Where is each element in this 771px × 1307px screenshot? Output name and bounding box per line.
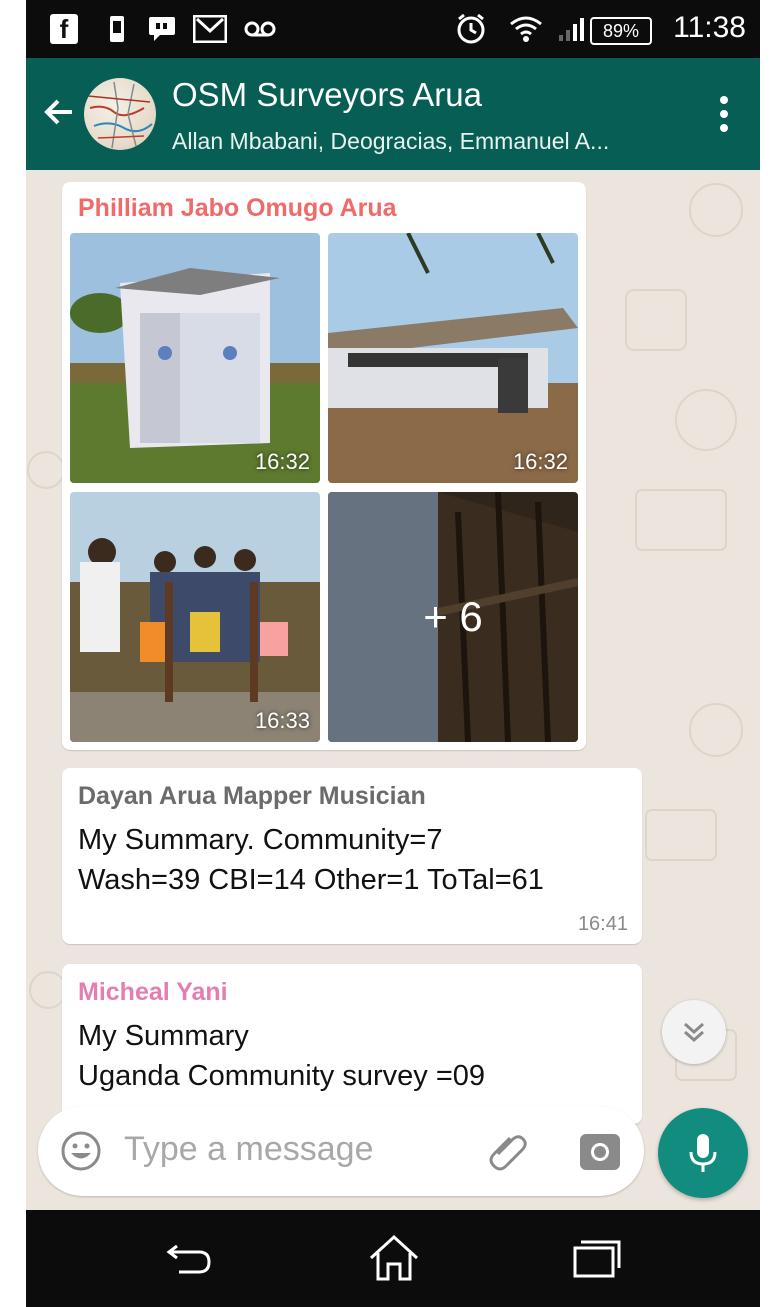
chat-title[interactable]: OSM Surveyors Arua [172,76,482,114]
group-avatar[interactable] [84,78,156,150]
message-time: 16:41 [577,913,628,935]
chat-header: OSM Surveyors Arua Allan Mbabani, Deogra… [26,58,760,170]
message-bubble-text[interactable]: Micheal Yani My Summary Uganda Community… [62,964,642,1124]
overflow-menu-icon[interactable] [718,96,730,136]
back-icon [166,1244,211,1274]
message-line: My Summary [78,1020,249,1052]
photo-time: 16:32 [254,449,310,474]
more-photos-count[interactable]: + 6 [328,492,578,742]
recents-icon [573,1240,621,1278]
double-chevron-down-icon [684,1022,704,1043]
emoji-icon[interactable] [60,1130,102,1172]
wifi-icon [508,14,544,44]
nav-home-button[interactable] [364,1230,424,1286]
message-composer: Type a message [38,1106,644,1196]
message-icon [148,14,176,44]
sender-name[interactable]: Micheal Yani [78,978,228,1007]
microphone-icon [689,1134,717,1172]
message-bubble-text[interactable]: Dayan Arua Mapper Musician My Summary. C… [62,768,642,944]
attachment-icon[interactable] [486,1128,530,1172]
photo-thumbnail[interactable]: 16:33 [70,492,320,742]
phone-screen: f 89% 11:38 OSM Surveyors Arua Allan Mba… [26,0,760,1307]
photo-thumbnail[interactable]: + 6 [328,492,578,742]
sender-name[interactable]: Philliam Jabo Omugo Arua [78,194,397,223]
home-icon [369,1234,419,1281]
back-arrow-icon[interactable] [40,92,80,132]
voice-record-button[interactable] [658,1108,748,1198]
phone-icon [106,14,128,44]
system-nav-bar [26,1210,760,1307]
nav-back-button[interactable] [160,1230,220,1286]
scroll-to-bottom-button[interactable] [662,1000,726,1064]
chat-participants[interactable]: Allan Mbabani, Deogracias, Emmanuel A... [172,128,609,155]
message-line: My Summary. Community=7 [78,824,443,856]
photo-time: 16:33 [254,708,310,733]
voicemail-icon [244,14,276,44]
message-bubble-photos[interactable]: Philliam Jabo Omugo Arua 16:32 16:32 16:… [62,182,586,750]
message-line: Wash=39 CBI=14 Other=1 ToTal=61 [78,864,544,896]
nav-recents-button[interactable] [566,1230,626,1286]
photo-time: 16:32 [512,449,568,474]
message-input[interactable]: Type a message [124,1130,373,1169]
status-bar: f 89% 11:38 [26,0,760,58]
gmail-icon [192,14,228,44]
message-line: Uganda Community survey =09 [78,1060,486,1092]
facebook-icon: f [50,14,78,44]
sender-name[interactable]: Dayan Arua Mapper Musician [78,782,426,811]
clock: 11:38 [673,11,746,44]
battery-icon: 89% [590,17,652,45]
photo-thumbnail[interactable]: 16:32 [328,233,578,483]
photo-thumbnail[interactable]: 16:32 [70,233,320,483]
chat-messages[interactable]: Philliam Jabo Omugo Arua 16:32 16:32 16:… [26,170,760,1210]
signal-icon [556,14,586,44]
alarm-icon [454,13,488,44]
camera-icon[interactable] [578,1130,622,1172]
